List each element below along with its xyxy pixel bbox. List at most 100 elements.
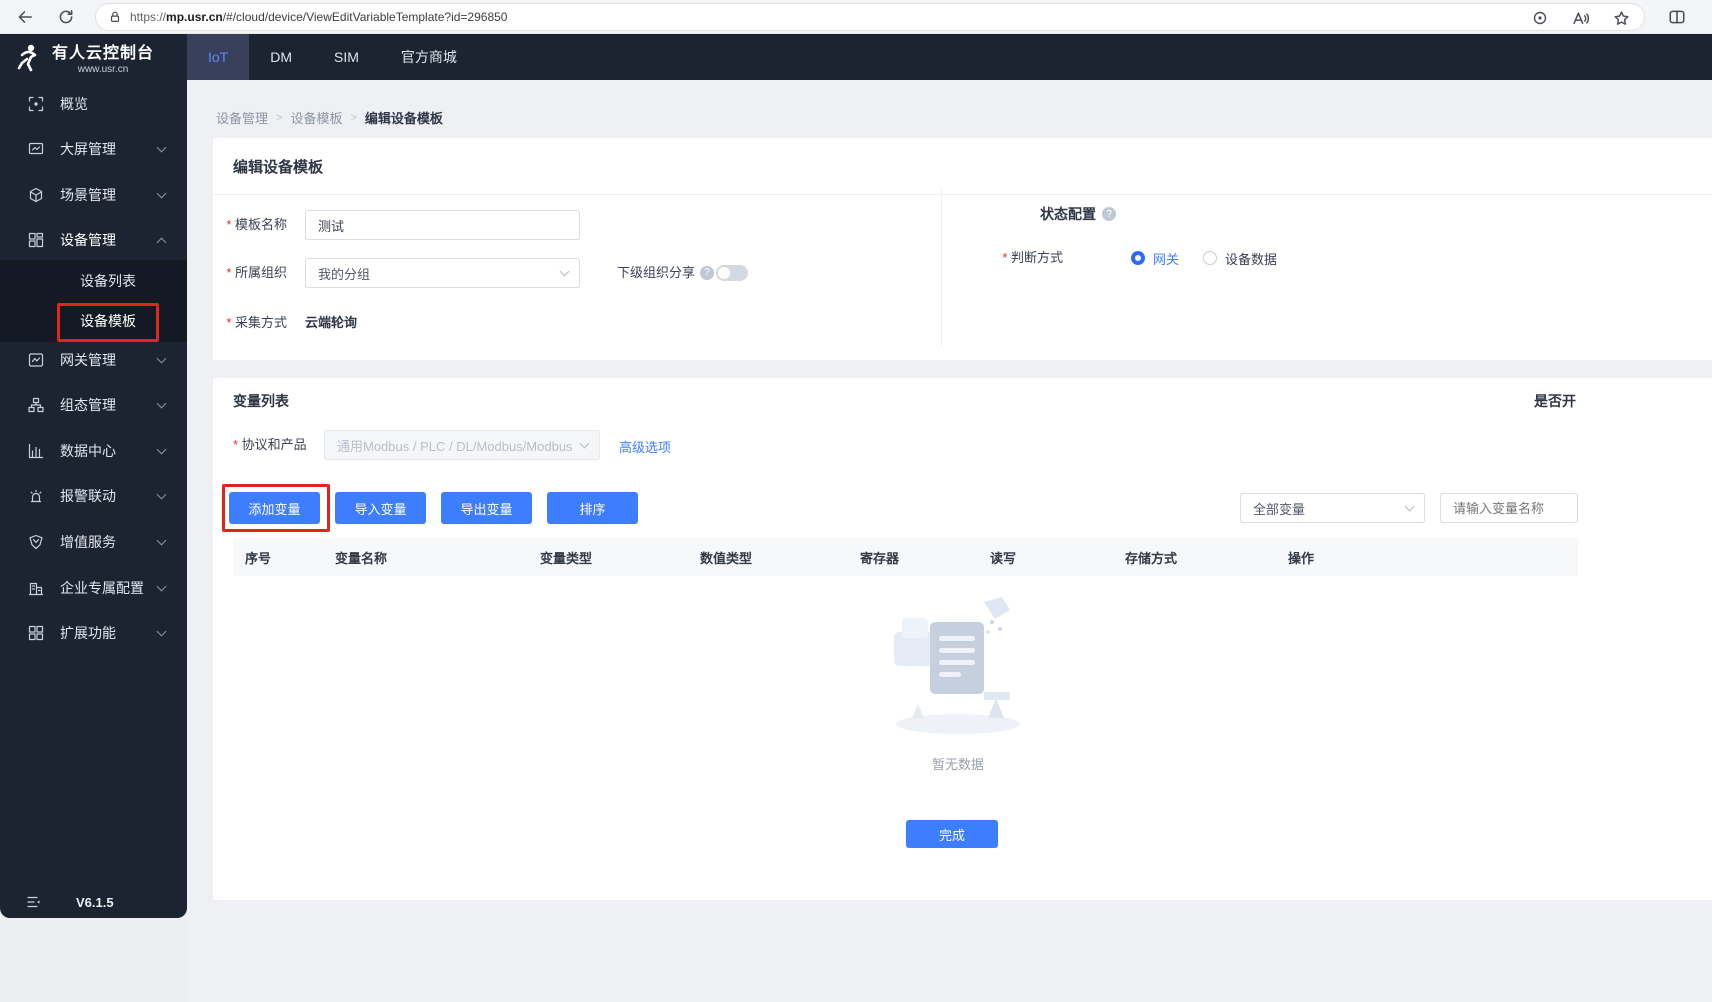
done-button[interactable]: 完成: [906, 820, 998, 848]
breadcrumb-current: 编辑设备模板: [364, 111, 443, 126]
variable-table-header: 序号 变量名称 变量类型 数值类型 寄存器 读写 存储方式 操作: [233, 538, 1578, 576]
breadcrumb: 设备管理 > 设备模板 > 编辑设备模板: [216, 108, 443, 127]
variable-actions: 添加变量 导入变量 导出变量 排序: [229, 492, 638, 524]
protocol-select-value: 通用Modbus / PLC / DL/Modbus/Modbus R1: [337, 438, 572, 454]
usr-person-logo-icon: [17, 44, 37, 72]
radio-unselected-icon: [1203, 251, 1217, 265]
url-path: /#/cloud/device/ViewEditVariableTemplate…: [222, 10, 508, 24]
browser-toolbar: https://mp.usr.cn/#/cloud/device/ViewEdi…: [0, 0, 1712, 34]
sidebar-item-configuration-management[interactable]: 组态管理: [0, 390, 187, 420]
favorite-star-icon[interactable]: [1613, 10, 1630, 27]
chevron-down-icon: [156, 581, 167, 592]
url-text: https://mp.usr.cn/#/cloud/device/ViewEdi…: [130, 10, 507, 24]
template-name-input[interactable]: [305, 210, 580, 240]
org-nodes-icon: [28, 397, 44, 413]
radio-selected-icon: [1131, 251, 1145, 265]
judge-option-gateway-label: 网关: [1153, 251, 1180, 267]
sidebar-item-device-management[interactable]: 设备管理: [0, 225, 187, 255]
share-toggle[interactable]: [716, 265, 748, 281]
collapse-menu-icon[interactable]: [26, 894, 42, 910]
help-icon[interactable]: ?: [700, 266, 715, 280]
sidebar-item-label: 报警联动: [60, 488, 116, 504]
address-bar[interactable]: https://mp.usr.cn/#/cloud/device/ViewEdi…: [95, 3, 1645, 31]
sidebar-item-gateway-management[interactable]: 网关管理: [0, 345, 187, 375]
sidebar-item-overview[interactable]: 概览: [0, 89, 187, 119]
device-management-submenu: 设备列表 设备模板: [0, 260, 187, 342]
sidebar-item-label: 增值服务: [60, 534, 116, 550]
sidebar-subitem-device-list[interactable]: 设备列表: [0, 266, 187, 296]
status-config-title: 状态配置: [1040, 206, 1096, 222]
app-window: https://mp.usr.cn/#/cloud/device/ViewEdi…: [0, 0, 1712, 1002]
bar-chart-icon: [28, 443, 44, 459]
chevron-down-icon: [559, 266, 570, 277]
sidebar-item-alarm-linkage[interactable]: 报警联动: [0, 481, 187, 511]
back-arrow-icon: [18, 11, 32, 23]
advanced-options-link[interactable]: 高级选项: [619, 437, 671, 456]
sidebar-item-enterprise-config[interactable]: 企业专属配置: [0, 573, 187, 603]
split-screen-button[interactable]: [1668, 8, 1686, 31]
sidebar-item-screen-management[interactable]: 大屏管理: [0, 134, 187, 164]
variable-list-title: 变量列表: [233, 393, 289, 409]
read-aloud-icon[interactable]: [1572, 10, 1589, 27]
url-scheme: https://: [130, 10, 167, 24]
template-form-card: 编辑设备模板 模板名称 所属组织 我的分组 下级组织分享 ? 采集方式 云端轮询…: [213, 138, 1712, 360]
app-logo[interactable]: 有人云控制台 www.usr.cn: [0, 34, 187, 80]
browser-refresh-button[interactable]: [57, 8, 75, 31]
sort-button[interactable]: 排序: [547, 492, 638, 524]
main-content: 设备管理 > 设备模板 > 编辑设备模板 编辑设备模板 模板名称 所属组织 我的…: [187, 80, 1712, 1002]
geolocation-icon[interactable]: [1532, 10, 1548, 26]
chevron-down-icon: [156, 142, 167, 153]
chevron-down-icon: [156, 444, 167, 455]
screen-chart-icon: [28, 142, 44, 155]
grid-squares-icon: [28, 625, 44, 641]
org-label: 所属组织: [207, 258, 287, 288]
logo-subtitle: www.usr.cn: [77, 64, 129, 75]
nav-tab-sim[interactable]: SIM: [313, 34, 380, 80]
protocol-select[interactable]: 通用Modbus / PLC / DL/Modbus/Modbus R1: [324, 430, 600, 460]
import-variable-button[interactable]: 导入变量: [335, 492, 426, 524]
help-icon[interactable]: ?: [1102, 207, 1116, 221]
chevron-down-icon: [156, 353, 167, 364]
sidebar-subitem-device-template[interactable]: 设备模板: [0, 306, 187, 336]
variable-filter-select[interactable]: 全部变量: [1240, 493, 1425, 523]
breadcrumb-item[interactable]: 设备模板: [290, 108, 342, 127]
nav-tab-iot[interactable]: IoT: [187, 34, 250, 80]
column-header-read-write: 读写: [990, 550, 1017, 566]
collect-label: 采集方式: [207, 308, 287, 338]
logo-title: 有人云控制台: [52, 45, 155, 62]
top-nav: IoT DM SIM 官方商城: [187, 34, 478, 80]
breadcrumb-separator: >: [276, 111, 283, 124]
export-variable-button[interactable]: 导出变量: [441, 492, 532, 524]
sidebar: 概览 大屏管理 场景管理 设备管理 设备列表 设备模板 网关管理 组态管理 数据…: [0, 80, 187, 918]
browser-back-button[interactable]: [16, 8, 34, 31]
add-variable-button[interactable]: 添加变量: [229, 492, 320, 524]
chevron-down-icon: [156, 535, 167, 546]
sidebar-item-value-added-services[interactable]: 增值服务: [0, 527, 187, 557]
sidebar-item-data-center[interactable]: 数据中心: [0, 436, 187, 466]
chevron-down-icon: [156, 188, 167, 199]
sidebar-item-scene-management[interactable]: 场景管理: [0, 180, 187, 210]
variable-search-input[interactable]: [1440, 493, 1578, 523]
protocol-label: 协议和产品: [233, 430, 323, 460]
split-screen-icon: [1669, 10, 1685, 24]
sidebar-item-label: 概览: [60, 96, 88, 112]
clipped-switch-column-label: 是否开: [1534, 393, 1576, 409]
sidebar-item-extended-functions[interactable]: 扩展功能: [0, 618, 187, 648]
breadcrumb-item[interactable]: 设备管理: [216, 108, 268, 127]
judge-label: 判断方式: [983, 243, 1063, 273]
nav-tab-label: SIM: [334, 49, 359, 65]
nav-tab-dm[interactable]: DM: [249, 34, 313, 80]
toggle-knob: [718, 267, 730, 279]
sidebar-footer: V6.1.5: [0, 886, 187, 918]
url-host: mp.usr.cn: [166, 10, 223, 24]
gateway-chart-icon: [28, 353, 44, 367]
nav-tab-mall[interactable]: 官方商城: [380, 34, 478, 80]
chevron-down-icon: [156, 398, 167, 409]
overview-icon: [28, 96, 44, 112]
variable-filter-value: 全部变量: [1253, 501, 1306, 517]
judge-option-device-data[interactable]: 设备数据: [1203, 243, 1277, 273]
org-select[interactable]: 我的分组: [305, 258, 580, 288]
page-title: 编辑设备模板: [233, 159, 324, 176]
judge-option-gateway[interactable]: 网关: [1131, 243, 1179, 273]
nav-tab-label: DM: [270, 49, 293, 65]
